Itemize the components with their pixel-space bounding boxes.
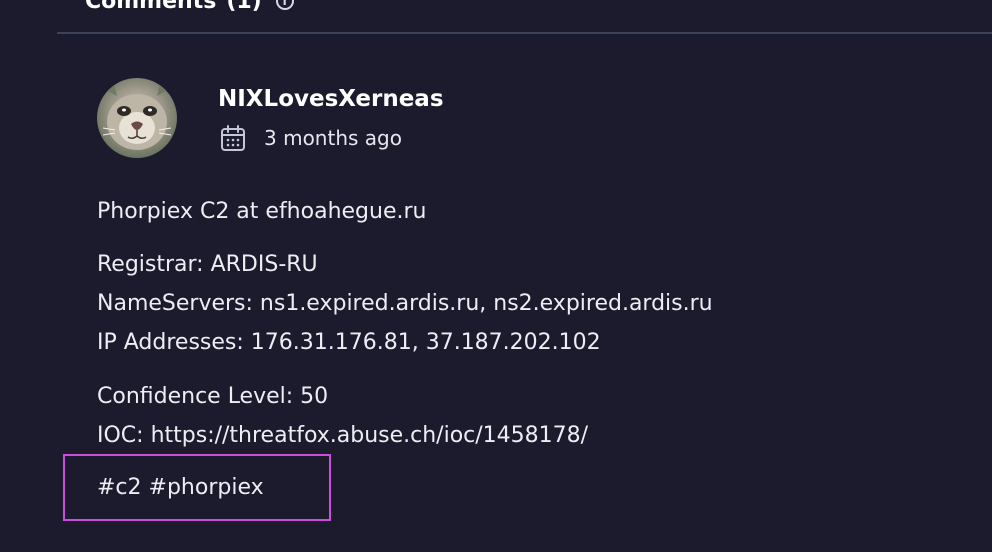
comment-line-registrar: Registrar: ARDIS-RU: [97, 252, 318, 277]
comment-timestamp: 3 months ago: [264, 126, 402, 150]
comment-line-ioc[interactable]: IOC: https://threatfox.abuse.ch/ioc/1458…: [97, 421, 588, 451]
comment-tags[interactable]: #c2 #phorpiex: [97, 473, 264, 503]
comments-count: (1): [226, 0, 262, 14]
timestamp-row: 3 months ago: [220, 124, 402, 152]
calendar-icon: [221, 125, 245, 151]
avatar[interactable]: [97, 78, 177, 158]
comment-author[interactable]: NIXLovesXerneas: [218, 86, 444, 112]
comment-line-nameservers: NameServers: ns1.expired.ardis.ru, ns2.e…: [97, 291, 713, 316]
comment-line-ip-addresses: IP Addresses: 176.31.176.81, 37.187.202.…: [97, 330, 601, 355]
comment-line-confidence: Confidence Level: 50: [97, 384, 329, 409]
info-icon[interactable]: i: [275, 0, 294, 10]
comments-title: Comments: [85, 0, 217, 14]
comments-header: Comments (1) i: [85, 0, 294, 16]
cat-avatar-icon: [97, 78, 177, 158]
comment-line-title: Phorpiex C2 at efhoahegue.ru: [97, 199, 427, 224]
header-divider: [57, 32, 992, 34]
